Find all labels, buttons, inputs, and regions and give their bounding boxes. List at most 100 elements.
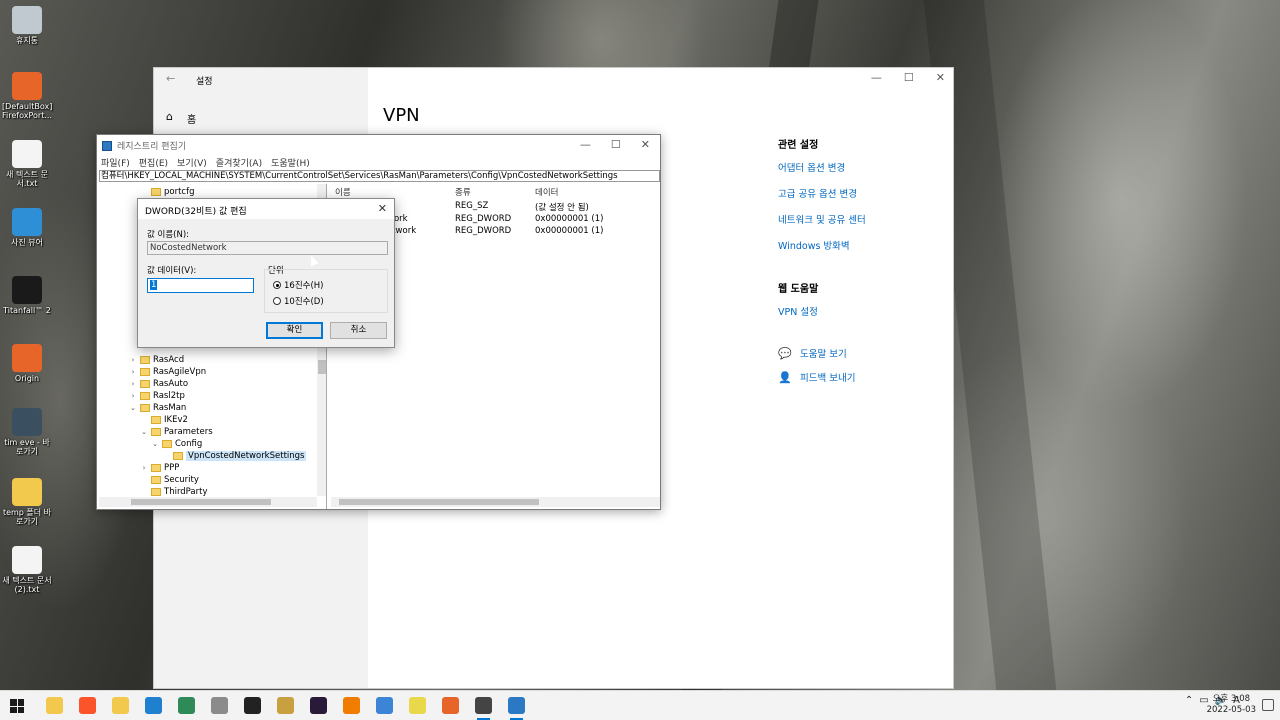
close-icon[interactable]: ✕ — [378, 202, 387, 215]
cancel-button[interactable]: 취소 — [330, 322, 387, 339]
expand-chevron-icon[interactable]: ⌄ — [151, 440, 159, 448]
nav-home[interactable]: 홈 — [187, 111, 196, 126]
desktop-icon[interactable]: 사진 뷰어 — [2, 208, 52, 247]
value-name-field: NoCostedNetwork — [147, 241, 388, 255]
tree-item[interactable]: portcfg — [140, 186, 195, 198]
edge-icon[interactable] — [145, 697, 162, 714]
regedit-icon[interactable] — [508, 697, 525, 720]
values-horizontal-scrollbar[interactable] — [331, 497, 660, 507]
scroll-thumb[interactable] — [339, 499, 539, 505]
folder-icon — [151, 416, 161, 424]
tree-horizontal-scrollbar[interactable] — [99, 497, 317, 507]
desktop-icon[interactable]: 휴지통 — [2, 6, 52, 45]
menu-help[interactable]: 도움말(H) — [271, 156, 310, 169]
tree-item[interactable]: VpnCostedNetworkSettings — [162, 450, 307, 462]
radio-decimal[interactable]: 10진수(D) — [273, 295, 324, 307]
menu-file[interactable]: 파일(F) — [101, 156, 130, 169]
desktop-shortcut-icon — [12, 478, 42, 506]
desktop-icon[interactable]: Origin — [2, 344, 52, 383]
minimize-icon[interactable]: — — [580, 138, 591, 151]
column-header-data[interactable]: 데이터 — [535, 186, 558, 198]
link-network-sharing-center[interactable]: 네트워크 및 공유 센터 — [778, 212, 948, 226]
terminal-icon[interactable] — [310, 697, 327, 714]
expand-chevron-icon[interactable]: ⌄ — [129, 404, 137, 412]
desktop-icon[interactable]: 새 텍스트 문서.txt — [2, 140, 52, 188]
desktop-shortcut-icon — [12, 276, 42, 304]
tree-item[interactable]: Security — [140, 474, 199, 486]
column-header-type[interactable]: 종류 — [455, 186, 471, 198]
player-icon[interactable] — [409, 697, 426, 714]
qbittorrent-icon[interactable] — [376, 697, 393, 714]
scroll-thumb[interactable] — [131, 499, 271, 505]
desktop-icon[interactable]: tim eve - 바로가기 — [2, 408, 52, 456]
menu-edit[interactable]: 편집(E) — [139, 156, 168, 169]
value-data-text: 1 — [150, 280, 158, 290]
chevron-up-icon[interactable]: ⌃ — [1185, 695, 1193, 706]
firefox-icon[interactable] — [442, 697, 459, 714]
link-adapter-options[interactable]: 어댑터 옵션 변경 — [778, 160, 948, 174]
home-icon[interactable]: ⌂ — [166, 110, 173, 123]
tree-item[interactable]: › Rasl2tp — [129, 390, 185, 402]
expand-chevron-icon[interactable]: › — [129, 356, 137, 364]
desktop-icon[interactable]: Titanfall™ 2 — [2, 276, 52, 315]
expand-chevron-icon[interactable]: › — [129, 380, 137, 388]
tree-item[interactable]: › PPP — [140, 462, 180, 474]
folder-icon — [140, 392, 150, 400]
settings-gear-icon[interactable] — [475, 697, 492, 720]
tree-item-label: Rasl2tp — [153, 391, 185, 401]
tree-item-label: portcfg — [164, 187, 195, 197]
expand-chevron-icon[interactable]: › — [129, 368, 137, 376]
tree-item[interactable]: › RasAuto — [129, 378, 189, 390]
menu-view[interactable]: 보기(V) — [177, 156, 207, 169]
start-button[interactable] — [10, 699, 24, 713]
notification-icon[interactable] — [1262, 699, 1274, 711]
tree-item-label: RasAuto — [153, 379, 189, 389]
value-data-field[interactable]: 1 — [147, 278, 254, 293]
link-windows-firewall[interactable]: Windows 방화벽 — [778, 238, 948, 252]
expand-chevron-icon[interactable]: › — [129, 392, 137, 400]
ok-button[interactable]: 확인 — [266, 322, 323, 339]
folder-icon[interactable] — [112, 697, 129, 714]
column-header-name[interactable]: 이름 — [335, 186, 351, 198]
game-icon[interactable] — [277, 697, 294, 714]
desktop-icon[interactable]: 새 텍스트 문서 (2).txt — [2, 546, 52, 594]
desktop-shortcut-icon — [12, 408, 42, 436]
maximize-icon[interactable]: ☐ — [611, 138, 621, 151]
give-feedback-label: 피드백 보내기 — [800, 373, 856, 384]
link-advanced-sharing[interactable]: 고급 공유 옵션 변경 — [778, 186, 948, 200]
expand-chevron-icon[interactable]: ⌄ — [140, 428, 148, 436]
scroll-thumb[interactable] — [318, 360, 326, 374]
close-icon[interactable]: ✕ — [641, 138, 650, 151]
tree-item[interactable]: ⌄ RasMan — [129, 402, 186, 414]
value-data: (값 설정 안 됨) — [535, 203, 589, 213]
globe-icon[interactable] — [178, 697, 195, 714]
radio-hexadecimal[interactable]: 16진수(H) — [273, 279, 323, 291]
desktop-icon[interactable]: [DefaultBox] FirefoxPort... — [2, 72, 52, 120]
get-help-link[interactable]: 💬 도움말 보기 — [778, 346, 948, 361]
maximize-icon[interactable]: ☐ — [904, 71, 914, 84]
address-bar[interactable]: 컴퓨터\HKEY_LOCAL_MACHINE\SYSTEM\CurrentCon… — [99, 170, 660, 182]
close-icon[interactable]: ✕ — [936, 71, 945, 84]
clock[interactable]: 오후 3:08 2022-05-03 — [1207, 694, 1256, 716]
tree-item[interactable]: › RasAgileVpn — [129, 366, 207, 378]
expand-chevron-icon[interactable]: › — [140, 464, 148, 472]
related-settings-header: 관련 설정 — [778, 140, 819, 151]
tree-item[interactable]: ⌄ Config — [151, 438, 202, 450]
paint-icon[interactable] — [211, 697, 228, 714]
menu-favorites[interactable]: 즐겨찾기(A) — [216, 156, 262, 169]
tree-item[interactable]: › RasAcd — [129, 354, 185, 366]
back-arrow-icon[interactable]: ← — [166, 72, 175, 85]
clock-time: 오후 3:08 — [1212, 694, 1251, 704]
tree-item[interactable]: ⌄ Parameters — [140, 426, 213, 438]
radio-selected-icon — [273, 281, 281, 289]
vlc-icon[interactable] — [343, 697, 360, 714]
link-vpn-setup[interactable]: VPN 설정 — [778, 304, 948, 318]
record-icon[interactable] — [244, 697, 261, 714]
tree-item[interactable]: IKEv2 — [140, 414, 188, 426]
folder-icon — [173, 452, 183, 460]
file-explorer-icon[interactable] — [46, 697, 63, 714]
brave-icon[interactable] — [79, 697, 96, 714]
give-feedback-link[interactable]: 👤 피드백 보내기 — [778, 370, 948, 385]
desktop-icon[interactable]: temp 폴더 바로가기 — [2, 478, 52, 526]
minimize-icon[interactable]: — — [871, 71, 882, 84]
